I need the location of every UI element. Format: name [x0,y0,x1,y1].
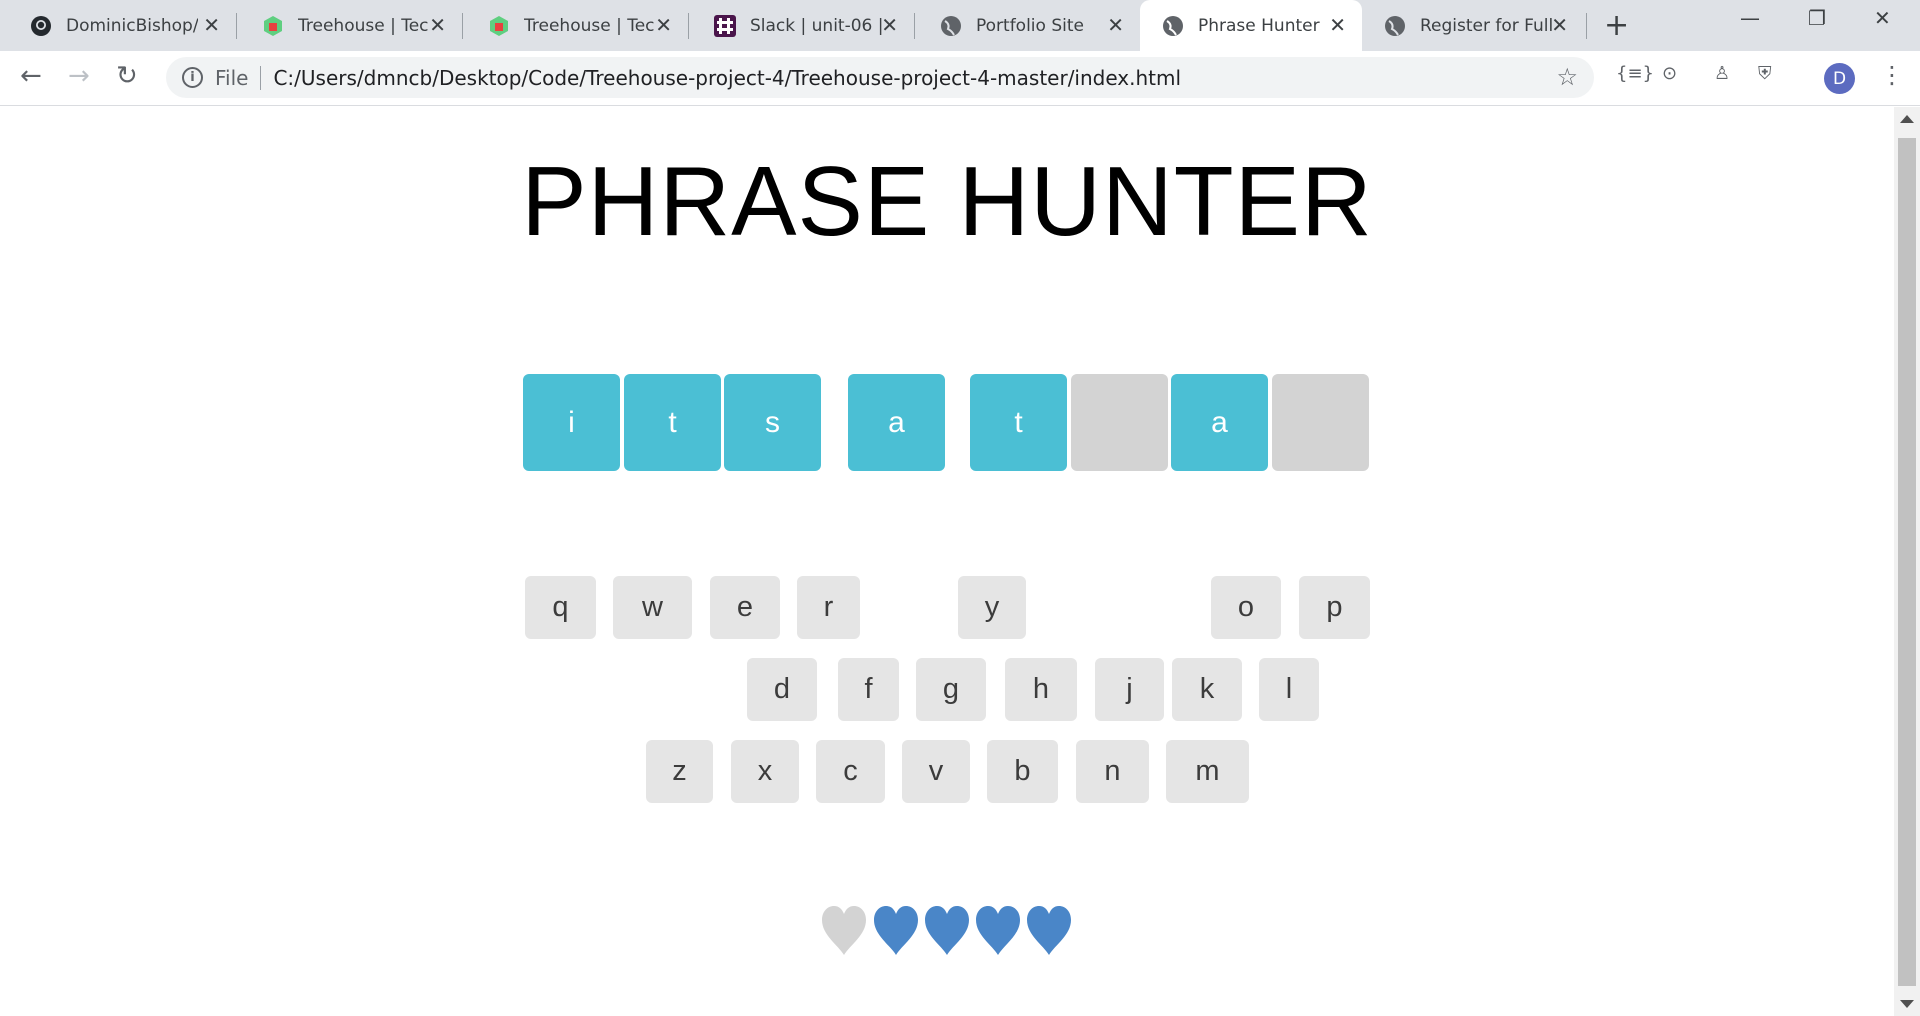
phrase-letter-tile: i [523,374,620,471]
tab-title: Phrase Hunter [1198,15,1320,36]
key-f[interactable]: f [838,658,899,721]
live-heart-icon [1025,905,1073,957]
tab-phrase-hunter[interactable]: Phrase Hunter ✕ [1140,0,1362,51]
phrase-letter-tile [1071,374,1168,471]
lost-heart-icon [820,905,868,957]
info-icon[interactable]: i [182,67,203,88]
phrase-letter-tile: t [624,374,721,471]
tab-portfolio[interactable]: Portfolio Site ✕ [918,0,1140,51]
key-w[interactable]: w [613,576,692,639]
globe-icon [940,15,962,37]
scrollbar[interactable] [1894,107,1920,1016]
key-e[interactable]: e [710,576,780,639]
key-m[interactable]: m [1166,740,1249,803]
restore-icon[interactable]: ❐ [1808,6,1826,30]
key-b[interactable]: b [987,740,1058,803]
tab-title: Treehouse | Tech [524,15,656,36]
url-text[interactable]: C:/Users/dmncb/Desktop/Code/Treehouse-pr… [273,66,1181,90]
new-tab-button[interactable]: + [1604,8,1629,43]
live-heart-icon [974,905,1022,957]
extension-icon[interactable]: ⊙ [1662,63,1677,84]
tab-treehouse-2[interactable]: Treehouse | Tech ✕ [466,0,688,51]
live-heart-icon [923,905,971,957]
tab-slack[interactable]: Slack | unit-06 | ✕ [692,0,914,51]
phrase-letter-tile [1272,374,1369,471]
live-heart-icon [872,905,920,957]
globe-icon [1384,15,1406,37]
json-formatter-icon[interactable]: {≡} [1616,63,1654,84]
close-tab-icon[interactable]: ✕ [655,13,672,37]
key-h[interactable]: h [1005,658,1077,721]
menu-icon[interactable]: ⋮ [1880,61,1904,89]
key-k[interactable]: k [1172,658,1242,721]
close-tab-icon[interactable]: ✕ [1107,13,1124,37]
minimize-icon[interactable]: — [1740,6,1760,30]
scroll-down-icon[interactable] [1900,1000,1914,1008]
tab-strip: DominicBishop/ ✕ Treehouse | Tech ✕ Tree… [0,0,1920,51]
tab-title: DominicBishop/ [66,15,198,36]
avatar[interactable]: D [1824,63,1855,94]
scheme-label: File [215,65,249,90]
key-n[interactable]: n [1076,740,1149,803]
phrase-letter-tile: a [848,374,945,471]
treehouse-icon [488,15,510,37]
key-l[interactable]: l [1259,658,1319,721]
forward-icon[interactable]: → [68,61,90,91]
phrase-letter-tile: t [970,374,1067,471]
shield-icon[interactable]: ⛨ [1758,63,1772,84]
reload-icon[interactable]: ↻ [116,61,138,91]
phrase-letter-tile: s [724,374,821,471]
close-tab-icon[interactable]: ✕ [429,13,446,37]
tab-title: Slack | unit-06 | [750,15,882,36]
key-d[interactable]: d [747,658,817,721]
key-c[interactable]: c [816,740,885,803]
close-tab-icon[interactable]: ✕ [1551,13,1568,37]
key-o[interactable]: o [1211,576,1281,639]
key-v[interactable]: v [902,740,970,803]
github-icon [30,15,52,37]
key-j[interactable]: j [1095,658,1164,721]
treehouse-icon [262,15,284,37]
close-tab-icon[interactable]: ✕ [1329,13,1346,37]
browser-toolbar: ← → ↻ i File C:/Users/dmncb/Desktop/Code… [0,51,1920,106]
key-y[interactable]: y [958,576,1026,639]
tab-title: Register for Full [1420,15,1552,36]
scrollbar-thumb[interactable] [1898,138,1916,986]
slack-icon [714,14,736,37]
tab-title: Portfolio Site [976,15,1084,36]
scroll-up-icon[interactable] [1900,115,1914,123]
key-x[interactable]: x [731,740,799,803]
address-bar[interactable]: i File C:/Users/dmncb/Desktop/Code/Treeh… [166,57,1594,98]
tab-treehouse-1[interactable]: Treehouse | Tech ✕ [240,0,462,51]
key-r[interactable]: r [797,576,860,639]
close-tab-icon[interactable]: ✕ [881,13,898,37]
tab-github[interactable]: DominicBishop/ ✕ [8,0,236,51]
tab-register[interactable]: Register for Full ✕ [1362,0,1584,51]
tab-title: Treehouse | Tech [298,15,430,36]
close-window-icon[interactable]: ✕ [1874,6,1891,30]
key-p[interactable]: p [1299,576,1370,639]
globe-icon [1162,15,1184,37]
person-extension-icon[interactable]: ♙ [1714,63,1730,84]
phrase-letter-tile: a [1171,374,1268,471]
close-tab-icon[interactable]: ✕ [203,13,220,37]
back-icon[interactable]: ← [20,61,42,91]
page-title: PHRASE HUNTER [521,146,1373,256]
key-q[interactable]: q [525,576,596,639]
key-z[interactable]: z [646,740,713,803]
key-g[interactable]: g [916,658,986,721]
bookmark-star-icon[interactable]: ☆ [1556,63,1578,91]
